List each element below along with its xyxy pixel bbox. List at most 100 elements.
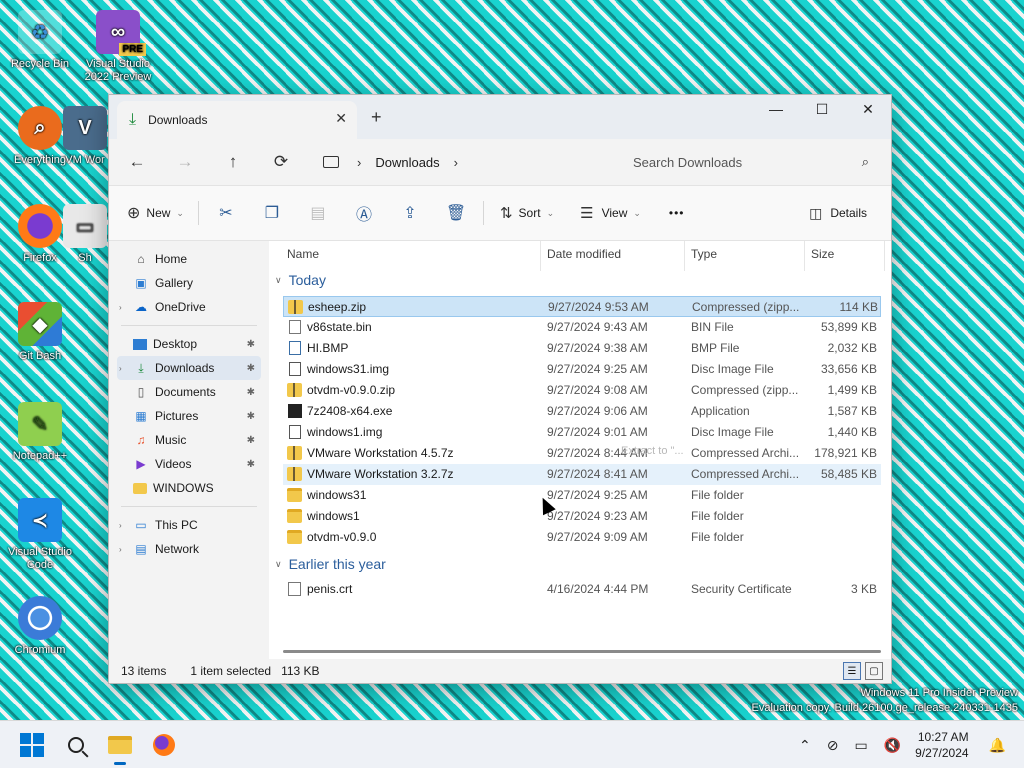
sort-button[interactable]: ⇅ Sort ⌄ bbox=[500, 204, 554, 222]
column-date-modified[interactable]: Date modified bbox=[541, 241, 685, 271]
nav-item-downloads[interactable]: › ⤓ Downloads ✱ bbox=[117, 356, 261, 380]
firefox-taskbar[interactable] bbox=[148, 729, 180, 761]
rename-icon: Ⓐ bbox=[355, 207, 372, 224]
file-size: 2,032 KB bbox=[827, 341, 877, 355]
details-view-toggle[interactable]: ☰ bbox=[843, 662, 861, 680]
file-row[interactable]: windows31 9/27/2024 9:25 AM File folder bbox=[283, 485, 881, 506]
desktop-icon-chromium[interactable]: Chromium bbox=[2, 596, 78, 656]
desktop-icon-shortcut[interactable]: ▭ Sh bbox=[62, 204, 108, 264]
details-pane-button[interactable]: ◫ Details bbox=[809, 205, 867, 222]
pin-icon: ✱ bbox=[246, 458, 255, 470]
nav-item-videos[interactable]: ▶ Videos ✱ bbox=[109, 452, 269, 476]
file-row[interactable]: otvdm-v0.9.0.zip 9/27/2024 9:08 AM Compres… bbox=[283, 380, 881, 401]
group-header-earlier[interactable]: ∨ Earlier this year bbox=[275, 556, 386, 572]
nav-item-label: OneDrive bbox=[155, 300, 206, 314]
view-button[interactable]: ☰ View ⌄ bbox=[580, 204, 641, 222]
nav-item-this-pc[interactable]: › ▭ This PC bbox=[109, 513, 269, 537]
share-icon: ⇪ bbox=[403, 205, 417, 222]
nav-item-onedrive[interactable]: › ☁ OneDrive bbox=[109, 295, 269, 319]
copy-button[interactable]: ❐ bbox=[249, 203, 295, 223]
clock[interactable]: 10:27 AM 9/27/2024 bbox=[915, 729, 968, 761]
desktop-icon-visual-studio[interactable]: ∞ PRE Visual Studio 2022 Preview bbox=[80, 10, 156, 84]
file-date-modified: 9/27/2024 8:41 AM bbox=[547, 467, 648, 481]
status-bar: 13 items 1 item selected 113 KB ☰ ▢ bbox=[109, 659, 891, 683]
group-header-today[interactable]: ∨ Today bbox=[275, 272, 326, 288]
img-file-icon bbox=[289, 362, 301, 376]
display-icon[interactable]: ▭ bbox=[855, 737, 868, 754]
desktop-icon-vscode[interactable]: ≺ Visual Studio Code bbox=[2, 498, 78, 572]
nav-item-pictures[interactable]: ▦ Pictures ✱ bbox=[109, 404, 269, 428]
nav-item-home[interactable]: ⌂ Home bbox=[109, 247, 269, 271]
tab-downloads[interactable]: ⤓ Downloads ✕ bbox=[117, 101, 357, 139]
column-size[interactable]: Size bbox=[805, 241, 885, 271]
file-row[interactable]: HI.BMP 9/27/2024 9:38 AM BMP File 2,032 KB bbox=[283, 338, 881, 359]
notification-bell-icon[interactable]: 🔔 bbox=[989, 737, 1006, 754]
breadcrumb-separator[interactable]: › bbox=[454, 155, 458, 170]
column-type[interactable]: Type bbox=[685, 241, 805, 271]
address-bar[interactable]: › Downloads › bbox=[311, 146, 609, 178]
desktop-icon-vmware[interactable]: V VM Wor bbox=[62, 106, 108, 166]
close-button[interactable]: ✕ bbox=[845, 95, 891, 123]
back-button[interactable]: ← bbox=[113, 152, 161, 172]
expand-chevron-icon[interactable]: › bbox=[119, 303, 122, 312]
file-row[interactable]: VMware Workstation 4.5.7z 9/27/2024 8:44 … bbox=[283, 443, 881, 464]
file-row[interactable]: penis.crt 4/16/2024 4:44 PM Security Certi… bbox=[283, 579, 881, 600]
new-tab-button[interactable]: + bbox=[371, 107, 382, 128]
file-explorer-taskbar[interactable] bbox=[104, 729, 136, 765]
tray-overflow-chevron-icon[interactable]: ⌃ bbox=[799, 737, 811, 754]
tab-close-icon[interactable]: ✕ bbox=[335, 110, 347, 127]
documents-folder-icon: ▯ bbox=[137, 385, 145, 399]
maximize-button[interactable]: ☐ bbox=[799, 95, 845, 123]
file-row[interactable]: otvdm-v0.9.0 9/27/2024 9:09 AM File folder bbox=[283, 527, 881, 548]
desktop-icon-git-bash[interactable]: ◆ Git Bash bbox=[2, 302, 78, 362]
watermark-line: Evaluation copy. Build 26100.ge_release.… bbox=[751, 702, 1018, 714]
horizontal-scrollbar[interactable] bbox=[283, 650, 881, 653]
search-input[interactable]: Search Downloads bbox=[633, 155, 742, 170]
paste-button[interactable]: ▤ bbox=[295, 203, 341, 223]
minimize-button[interactable]: — bbox=[753, 95, 799, 123]
share-button[interactable]: ⇪ bbox=[387, 203, 433, 223]
nav-item-network[interactable]: › ▤ Network bbox=[109, 537, 269, 561]
breadcrumb-downloads[interactable]: Downloads bbox=[375, 155, 439, 170]
file-row[interactable]: v86state.bin 9/27/2024 9:43 AM BIN File 53,… bbox=[283, 317, 881, 338]
file-row[interactable]: VMware Workstation 3.2.7z 9/27/2024 8:41 … bbox=[283, 464, 881, 485]
more-options-button[interactable]: ••• bbox=[669, 206, 685, 220]
group-title: Earlier this year bbox=[288, 556, 386, 572]
search-button[interactable] bbox=[60, 729, 92, 761]
desktop-icon-notepadpp[interactable]: ✎ Notepad++ bbox=[2, 402, 78, 462]
start-button[interactable] bbox=[16, 729, 48, 761]
nav-item-desktop[interactable]: Desktop ✱ bbox=[109, 332, 269, 356]
file-row[interactable]: esheep.zip 9/27/2024 9:53 AM Compressed (z… bbox=[283, 296, 881, 317]
file-row[interactable]: windows31.img 9/27/2024 9:25 AM Disc Image… bbox=[283, 359, 881, 380]
expand-chevron-icon[interactable]: › bbox=[119, 364, 122, 373]
refresh-button[interactable]: ⟳ bbox=[257, 152, 305, 172]
file-date-modified: 9/27/2024 9:25 AM bbox=[547, 362, 648, 376]
column-name[interactable]: Name bbox=[283, 241, 541, 271]
up-button[interactable]: ↑ bbox=[209, 152, 257, 172]
new-label: New bbox=[146, 206, 171, 220]
nav-item-gallery[interactable]: ▣ Gallery bbox=[109, 271, 269, 295]
speaker-muted-icon[interactable]: 🔇 bbox=[884, 737, 901, 754]
tiles-view-toggle[interactable]: ▢ bbox=[865, 662, 883, 680]
forward-button[interactable]: → bbox=[161, 152, 209, 172]
expand-chevron-icon[interactable]: › bbox=[119, 545, 122, 554]
file-row[interactable]: windows1.img 9/27/2024 9:01 AM Disc Image … bbox=[283, 422, 881, 443]
scissors-icon: ✂ bbox=[219, 205, 233, 222]
group-title: Today bbox=[288, 272, 326, 288]
file-row[interactable]: windows1 9/27/2024 9:23 AM File folder bbox=[283, 506, 881, 527]
desktop-icon-recycle-bin[interactable]: ♻ Recycle Bin bbox=[2, 10, 78, 70]
search-box[interactable]: Search Downloads ⌕ bbox=[619, 146, 883, 178]
no-network-icon[interactable]: ⊘ bbox=[827, 737, 839, 754]
file-row[interactable]: 7z2408-x64.exe 9/27/2024 9:06 AM Applicati… bbox=[283, 401, 881, 422]
new-button[interactable]: ⊕ New ⌄ bbox=[127, 203, 184, 223]
explorer-content: ⌂ Home ▣ Gallery › ☁ OneDrive Desktop ✱ … bbox=[109, 241, 891, 659]
expand-chevron-icon[interactable]: › bbox=[119, 521, 122, 530]
nav-item-windows[interactable]: WINDOWS bbox=[109, 476, 269, 500]
nav-item-music[interactable]: ♫ Music ✱ bbox=[109, 428, 269, 452]
command-bar: ⊕ New ⌄ ✂ ❐ ▤ Ⓐ ⇪ 🗑 ⇅ Sort ⌄ ☰ View ⌄ ••… bbox=[109, 185, 891, 241]
cut-button[interactable]: ✂ bbox=[203, 203, 249, 223]
view-icon: ☰ bbox=[580, 205, 594, 222]
delete-button[interactable]: 🗑 bbox=[433, 203, 479, 223]
rename-button[interactable]: Ⓐ bbox=[341, 201, 387, 225]
nav-item-documents[interactable]: ▯ Documents ✱ bbox=[109, 380, 269, 404]
